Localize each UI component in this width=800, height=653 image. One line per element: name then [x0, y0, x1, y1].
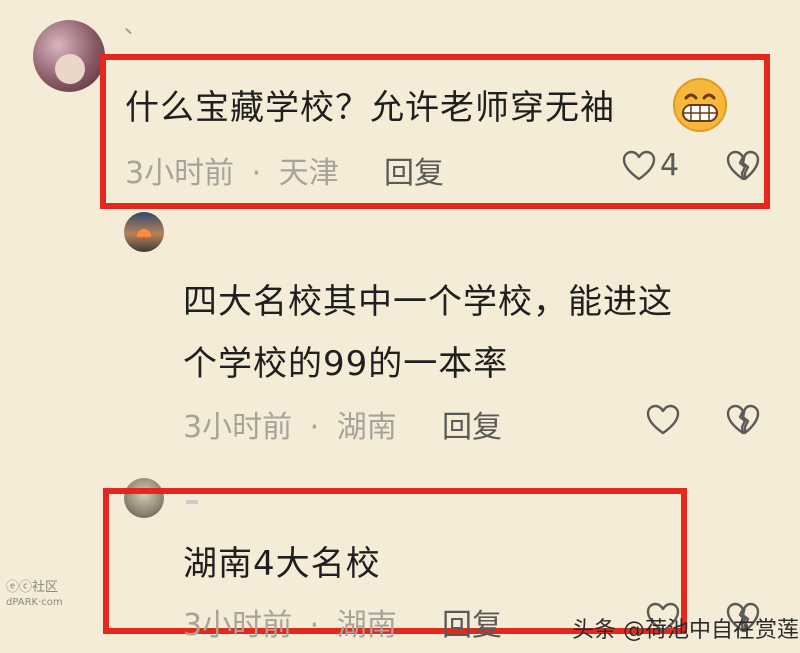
avatar[interactable]: [33, 20, 105, 92]
comment-time: 3小时前: [183, 410, 293, 445]
watermark-toutiao: 头条 @荷池中自在赏莲: [572, 618, 799, 643]
watermark-left-line2: dPARK·com: [6, 597, 63, 608]
top-fragment: 、: [124, 14, 147, 39]
heart-icon: [622, 150, 656, 181]
like-button[interactable]: [622, 150, 656, 182]
comment-text-line2: 个学校的99的一本率: [183, 344, 509, 384]
reply-button[interactable]: 回复: [442, 402, 502, 446]
avatar[interactable]: [124, 212, 164, 252]
like-count: 4: [660, 148, 680, 183]
comment-location: 湖南: [336, 410, 397, 445]
broken-heart-icon: [726, 150, 760, 181]
broken-heart-icon: [726, 404, 760, 435]
like-button[interactable]: [646, 404, 680, 436]
comment-location: 天津: [278, 156, 339, 191]
avatar-face: [55, 54, 85, 84]
watermark-left: ⓔⓒ社区 dPARK·com: [6, 580, 63, 610]
heart-icon: [646, 404, 680, 435]
comment-text: 什么宝藏学校？允许老师穿无袖: [125, 88, 615, 128]
meta-separator: ·: [309, 410, 320, 445]
avatar-sunset: [137, 229, 151, 237]
meta-separator: ·: [309, 608, 320, 643]
dislike-button[interactable]: [726, 150, 760, 182]
comment-text: 湖南4大名校: [183, 544, 381, 584]
dislike-button[interactable]: [726, 404, 760, 436]
meta-separator: ·: [251, 156, 262, 191]
comment-meta: 3小时前 · 天津: [125, 148, 339, 192]
comment-time: 3小时前: [125, 156, 235, 191]
watermark-left-line1: ⓔⓒ社区: [6, 580, 59, 595]
comment-meta: 3小时前 · 湖南: [183, 402, 397, 446]
comment-time: 3小时前: [183, 608, 293, 643]
comment-location: 湖南: [336, 608, 397, 643]
reply-button[interactable]: 回复: [384, 148, 444, 192]
comment-text-line1: 四大名校其中一个学校，能进这: [183, 282, 673, 322]
reply-button[interactable]: 回复: [442, 600, 502, 644]
comment-meta: 3小时前 · 湖南: [183, 600, 397, 644]
grinning-emoji-icon: [672, 77, 728, 133]
